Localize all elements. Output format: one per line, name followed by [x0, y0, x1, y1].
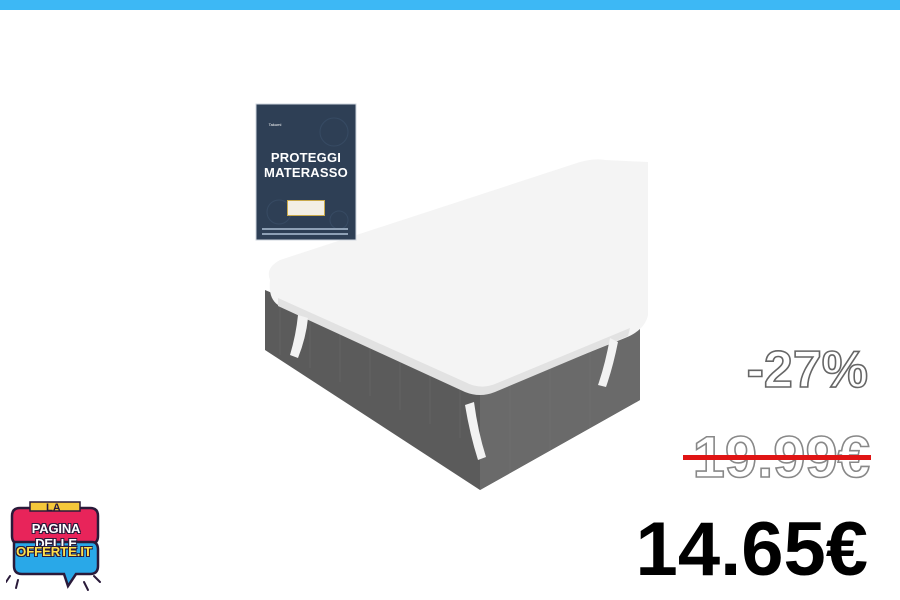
package-brand: Takumi — [268, 122, 282, 127]
package-title: PROTEGGI MATERASSO — [264, 150, 348, 180]
logo-small-text: LA — [46, 502, 61, 514]
certification-badge — [287, 200, 325, 216]
top-accent-bar — [0, 0, 900, 10]
new-price: 14.65€ — [635, 507, 868, 592]
price-strikethrough — [683, 455, 871, 460]
discount-percent: -27% — [746, 340, 869, 400]
logo-line-2: OFFERTE.IT — [16, 544, 92, 559]
